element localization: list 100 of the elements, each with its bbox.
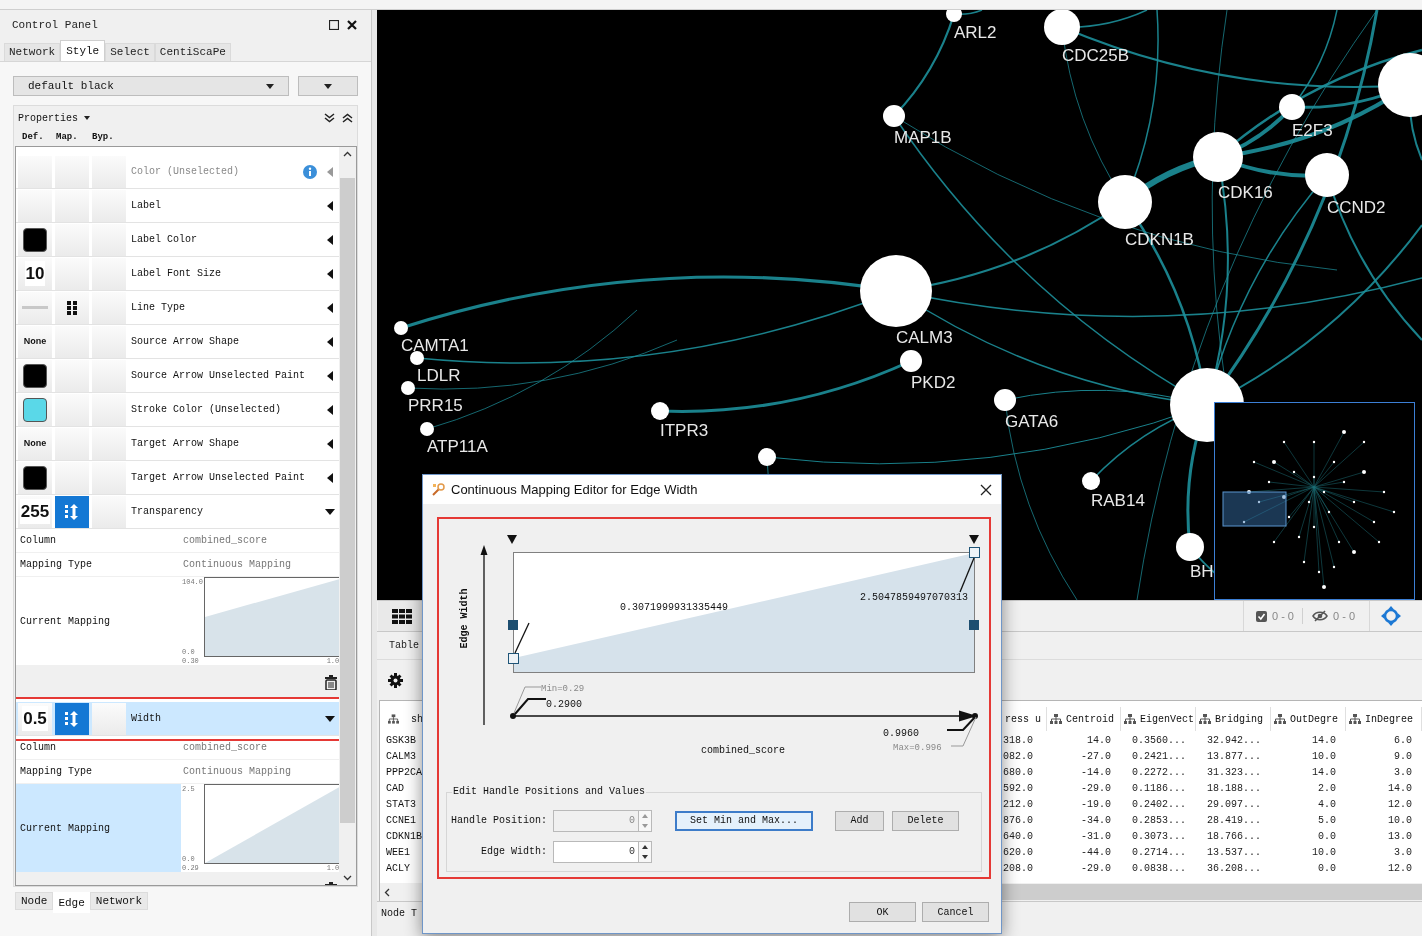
property-row[interactable]: 10 Label Font Size [16, 257, 340, 291]
dialog-button[interactable]: Cancel [922, 902, 989, 922]
handle[interactable] [508, 653, 519, 664]
caret-left-icon[interactable] [327, 336, 334, 347]
dialog-button[interactable]: OK [849, 902, 916, 922]
caret-down-icon[interactable] [325, 715, 336, 722]
collapse-all-icon[interactable] [324, 113, 335, 123]
caret-left-icon[interactable] [327, 234, 334, 245]
default-cell[interactable]: None [18, 427, 52, 460]
property-row[interactable]: Line Type [16, 291, 340, 325]
bypass-cell[interactable] [92, 495, 126, 528]
scrollbar[interactable] [339, 147, 356, 885]
property-row[interactable]: Target Arrow Unselected Paint [16, 461, 340, 495]
mapping-cell[interactable] [55, 291, 89, 324]
table-tab[interactable]: Node T [381, 906, 417, 921]
expand-all-icon[interactable] [342, 113, 353, 123]
property-row[interactable]: None Target Arrow Shape [16, 427, 340, 461]
dialog-button[interactable]: Add [835, 810, 884, 831]
caret-down-icon[interactable] [325, 508, 336, 515]
network-node[interactable] [1193, 132, 1243, 182]
mapping-cell[interactable] [55, 257, 89, 290]
column-header[interactable]: sh [380, 707, 423, 731]
mapping-cell[interactable] [55, 461, 89, 494]
column-header[interactable]: EigenVect [1121, 707, 1196, 731]
network-node[interactable] [758, 448, 776, 466]
caret-left-icon[interactable] [327, 268, 334, 279]
bypass-cell[interactable] [92, 291, 126, 324]
network-node[interactable] [946, 10, 962, 22]
close-icon[interactable] [980, 483, 992, 496]
table-tab[interactable]: Table [389, 638, 419, 653]
maximize-icon[interactable] [329, 20, 339, 30]
default-cell[interactable] [18, 189, 52, 222]
panel-tab[interactable]: Select [105, 43, 155, 61]
bypass-cell[interactable] [92, 325, 126, 358]
scrollbar-thumb[interactable] [340, 178, 356, 823]
mapping-cell[interactable] [55, 495, 89, 528]
default-cell[interactable]: 10 [18, 257, 52, 290]
network-node[interactable] [1176, 533, 1204, 561]
dialog-button[interactable]: Set Min and Max... [675, 810, 813, 831]
property-row[interactable]: Source Arrow Unselected Paint [16, 359, 340, 393]
style-dropdown[interactable]: default black [13, 76, 289, 96]
mapping-cell[interactable] [55, 189, 89, 222]
handle[interactable] [508, 620, 518, 630]
caret-left-icon[interactable] [327, 370, 334, 381]
network-node[interactable] [1279, 94, 1305, 120]
panel-tab[interactable]: Network [89, 892, 149, 910]
property-row[interactable]: Stroke Color (Unselected) [16, 393, 340, 427]
panel-tab[interactable]: CentiScaPe [154, 43, 231, 61]
column-header[interactable]: OutDegre [1271, 707, 1346, 731]
panel-tab[interactable]: Network [4, 43, 61, 61]
dialog-button[interactable]: Delete [892, 810, 959, 831]
caret-left-icon[interactable] [327, 472, 334, 483]
panel-tab[interactable]: Node [15, 892, 54, 910]
network-node[interactable] [900, 350, 922, 372]
settings-icon[interactable] [388, 672, 403, 688]
handle[interactable] [969, 620, 979, 630]
trash-icon[interactable] [325, 674, 338, 690]
default-cell[interactable] [18, 291, 52, 324]
caret-left-icon[interactable] [327, 200, 334, 211]
property-row[interactable]: 255 Transparency [16, 495, 340, 529]
property-row[interactable]: Label Color [16, 223, 340, 257]
bypass-cell[interactable] [92, 427, 126, 460]
network-node[interactable] [420, 422, 434, 436]
panel-tab[interactable]: Style [60, 40, 106, 61]
scrollbar-thumb[interactable] [1002, 884, 1422, 900]
default-cell[interactable]: None [18, 325, 52, 358]
column-header[interactable]: InDegree [1346, 707, 1422, 731]
network-node[interactable] [1098, 175, 1152, 229]
handle[interactable] [969, 547, 980, 558]
spinner-buttons[interactable] [639, 840, 652, 863]
bypass-cell[interactable] [92, 461, 126, 494]
column-header[interactable]: Bridging [1196, 707, 1271, 731]
mapping-cell[interactable] [55, 702, 89, 735]
network-node[interactable] [401, 381, 415, 395]
bypass-cell[interactable] [92, 359, 126, 392]
bypass-cell[interactable] [92, 189, 126, 222]
caret-left-icon[interactable] [327, 404, 334, 415]
network-node[interactable] [410, 351, 424, 365]
network-node[interactable] [1082, 472, 1100, 490]
mapping-cell[interactable] [55, 223, 89, 256]
network-node[interactable] [1305, 153, 1349, 197]
bypass-cell[interactable] [92, 223, 126, 256]
bypass-cell[interactable] [92, 702, 126, 735]
mapping-cell[interactable] [55, 393, 89, 426]
network-node[interactable] [651, 402, 669, 420]
caret-left-icon[interactable] [327, 438, 334, 449]
property-row[interactable]: Label [16, 189, 340, 223]
mapping-cell[interactable] [55, 359, 89, 392]
property-row[interactable]: None Source Arrow Shape [16, 325, 340, 359]
column-header[interactable]: Centroid [1047, 707, 1121, 731]
network-node[interactable] [994, 389, 1016, 411]
panel-tab[interactable]: Edge [53, 892, 90, 913]
mapping-cell[interactable] [55, 325, 89, 358]
network-node[interactable] [1044, 10, 1080, 45]
caret-left-icon[interactable] [327, 302, 334, 313]
number-field[interactable]: 0 [553, 840, 639, 863]
network-node[interactable] [883, 105, 905, 127]
close-icon[interactable] [347, 20, 357, 30]
mapping-cell[interactable] [55, 427, 89, 460]
bypass-cell[interactable] [92, 393, 126, 426]
